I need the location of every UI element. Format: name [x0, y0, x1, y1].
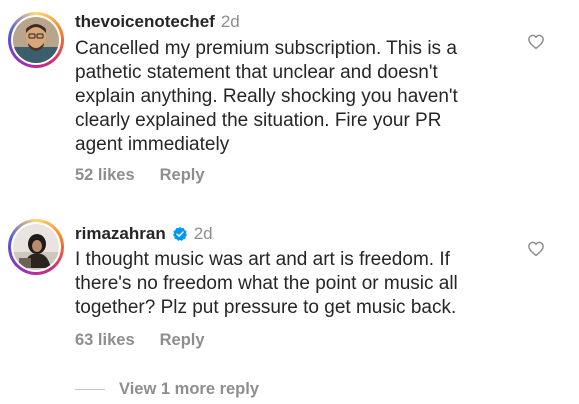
timestamp: 2d — [220, 12, 240, 31]
comment-meta: 52 likes Reply — [75, 165, 205, 185]
avatar-photo — [13, 224, 59, 270]
divider-line — [75, 389, 105, 390]
timestamp: 2d — [193, 224, 213, 243]
view-more-replies-button[interactable]: View 1 more reply — [75, 380, 259, 399]
reply-button[interactable]: Reply — [160, 330, 205, 350]
verified-badge-icon — [172, 227, 187, 241]
avatar-photo — [13, 17, 59, 63]
comment-meta: 63 likes Reply — [75, 330, 205, 350]
heart-icon[interactable] — [527, 240, 545, 258]
reply-button[interactable]: Reply — [160, 165, 205, 185]
view-more-label: View 1 more reply — [119, 380, 260, 398]
username[interactable]: thevoicenotechef — [75, 12, 215, 32]
avatar[interactable] — [8, 12, 64, 68]
username[interactable]: rimazahran — [75, 224, 166, 244]
likes-count[interactable]: 63 likes — [75, 330, 135, 350]
comment-text: Cancelled my premium subscription. This … — [75, 38, 458, 155]
heart-icon[interactable] — [527, 33, 545, 51]
comment-header: thevoicenotechef 2d — [75, 12, 240, 32]
comments-panel: thevoicenotechef 2d Cancelled my premium… — [0, 0, 579, 404]
comment-header: rimazahran 2d — [75, 224, 213, 244]
comment-text: I thought music was art and art is freed… — [75, 249, 458, 318]
avatar[interactable] — [8, 219, 64, 275]
likes-count[interactable]: 52 likes — [75, 165, 135, 185]
